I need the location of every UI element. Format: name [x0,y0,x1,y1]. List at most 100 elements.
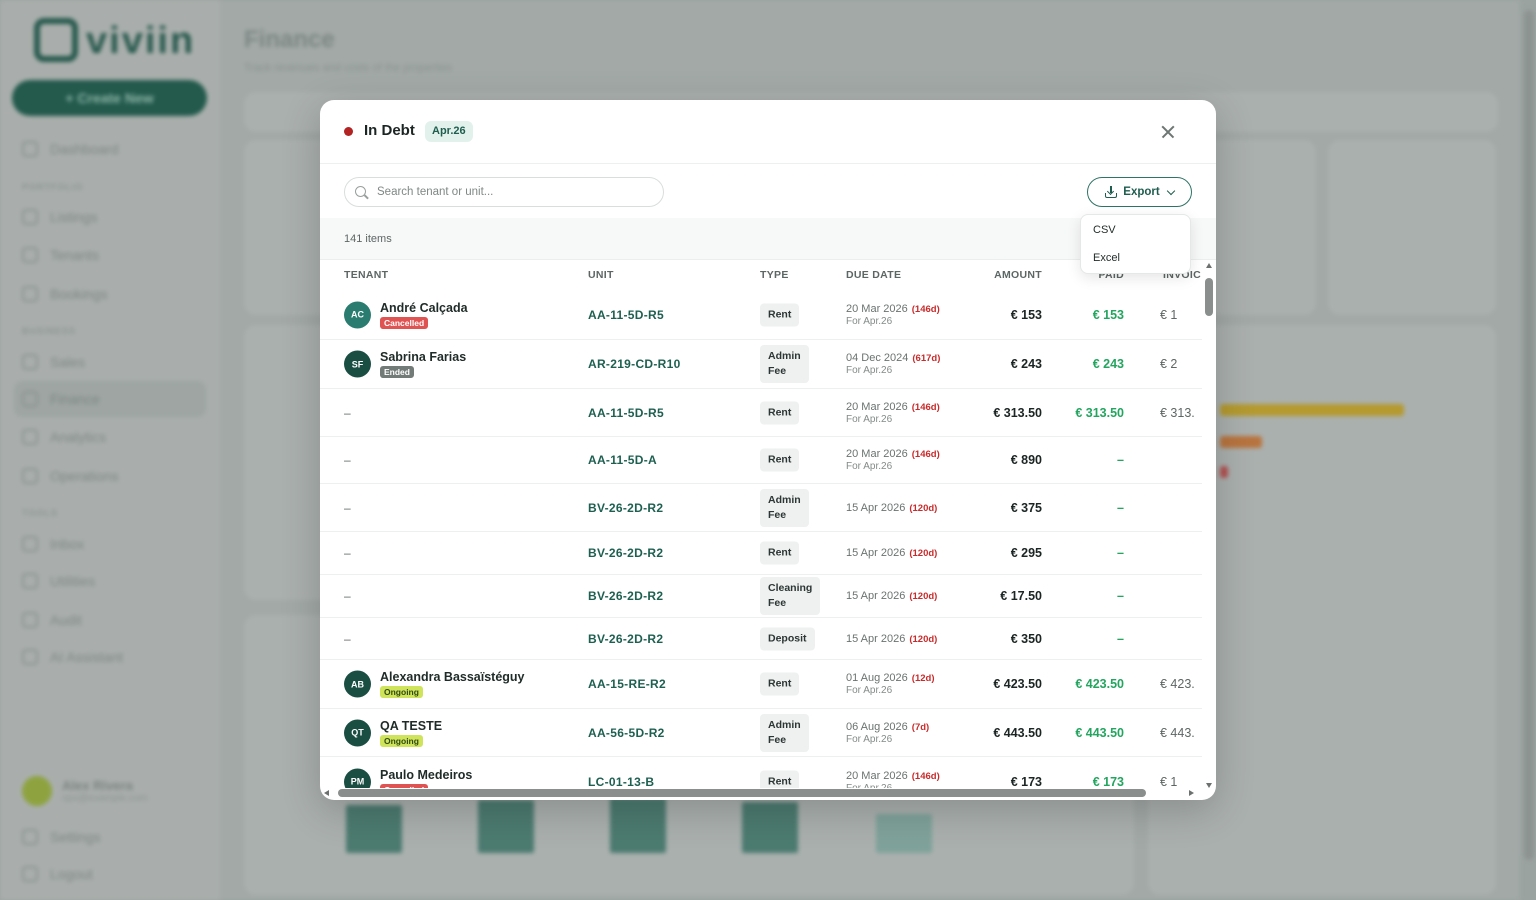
ai-assistant-icon [22,649,38,665]
sidebar-item-finance[interactable]: Finance [14,381,206,417]
amount-value: € 153 [1010,307,1042,322]
invoiced-value: € 443. [1160,725,1195,740]
column-header-tenant[interactable]: TENANT [344,269,388,281]
gear-icon [22,829,38,845]
due-date: 20 Mar 2026 (146d) For Apr.26 [846,302,940,327]
sidebar-item-listings[interactable]: Listings [22,202,97,232]
type-chip: Rent [760,541,800,565]
paid-value: € 153 [1092,307,1124,322]
export-option-csv[interactable]: CSV [1093,224,1116,236]
vertical-scrollbar[interactable] [1202,260,1216,788]
days-late: (146d) [911,449,940,460]
table-row[interactable]: AC André Calçada Cancelled AA-11-5D-R5 Rent 2… [320,290,1202,340]
modal-title: In Debt [364,122,415,139]
table-row[interactable]: QT QA TESTE Ongoing AA-56-5D-R2 Admin Fee 06 A… [320,709,1202,757]
sidebar-item-inbox[interactable]: Inbox [22,529,84,559]
amount-value: € 17.50 [1000,589,1042,603]
listings-icon [22,209,38,225]
unit-link[interactable]: BV-26-2D-R2 [588,632,663,646]
table-row[interactable]: – BV-26-2D-R2 Rent 15 Apr 2026 (120d) € 295 – [320,532,1202,575]
table-row[interactable]: AB Alexandra Bassaïstéguy Ongoing AA-15-RE-… [320,660,1202,709]
due-date: 15 Apr 2026 (120d) [846,547,938,559]
sidebar-item-utilities[interactable]: Utilities [22,566,95,596]
unit-link[interactable]: AA-11-5D-R5 [588,308,664,322]
create-new-button[interactable]: + Create New [12,80,207,116]
table-row[interactable]: – BV-26-2D-R2 Cleaning Fee 15 Apr 2026 (120d)… [320,575,1202,618]
amount-value: € 295 [1010,546,1042,560]
period-label: For Apr.26 [846,365,893,376]
table-row[interactable]: – BV-26-2D-R2 Deposit 15 Apr 2026 (120d) € 35… [320,618,1202,660]
tenants-icon [22,247,38,263]
debt-table: TENANT UNIT TYPE DUE DATE AMOUNT PAID IN… [320,260,1202,788]
table-row[interactable]: – AA-11-5D-R5 Rent 20 Mar 2026 (146d) For Apr… [320,389,1202,437]
items-count: 141 items [344,233,392,245]
sidebar-item-operations[interactable]: Operations [22,461,118,491]
status-badge: Ended [380,366,414,378]
due-date: 20 Mar 2026 (146d) For Apr.26 [846,448,940,472]
sidebar-item-dashboard[interactable]: Dashboard [22,134,119,164]
avatar [22,776,52,806]
unit-link[interactable]: AA-56-5D-R2 [588,726,665,740]
sidebar-item-bookings[interactable]: Bookings [22,279,108,309]
period-label: For Apr.26 [846,315,893,327]
column-header-unit[interactable]: UNIT [588,269,614,281]
type-chip: Rent [760,401,800,424]
scroll-down-icon[interactable] [1206,783,1212,788]
scroll-right-icon[interactable] [1189,790,1194,796]
tenant-cell[interactable]: André Calçada Cancelled [380,301,468,329]
tenant-name: Alexandra Bassaïstéguy [380,670,525,684]
scroll-thumb-horizontal[interactable] [338,789,1146,797]
chevron-down-icon [1166,186,1175,195]
search-box[interactable] [344,177,664,207]
tenant-cell[interactable]: QA TESTE Ongoing [380,719,442,747]
days-late: (146d) [911,770,940,782]
unit-link[interactable]: BV-26-2D-R2 [588,589,663,603]
tenant-cell[interactable]: Sabrina Farias Ended [380,350,466,378]
sidebar-item-settings[interactable]: Settings [22,822,101,852]
close-icon[interactable] [1156,120,1180,144]
audit-icon [22,612,38,628]
tenant-cell[interactable]: Paulo MedeirosCancelled [380,768,472,788]
type-chip: Rent [760,303,800,326]
due-date: 20 Mar 2026 (146d) For Apr.26 [846,400,940,425]
sales-icon [22,354,38,370]
sidebar-item-sales[interactable]: Sales [22,347,85,377]
horizontal-scrollbar[interactable] [320,786,1202,800]
tenant-cell[interactable]: Alexandra Bassaïstéguy Ongoing [380,670,525,698]
table-row[interactable]: – BV-26-2D-R2 Admin Fee 15 Apr 2026 (120d) € 3… [320,484,1202,532]
sidebar-item-logout[interactable]: Logout [22,859,93,889]
column-header-due-date[interactable]: DUE DATE [846,269,901,281]
column-header-amount[interactable]: AMOUNT [994,269,1042,281]
user-profile[interactable]: Alex Rivera ops@example.com [22,776,148,806]
type-chip: Deposit [760,627,815,650]
sidebar-item-audit[interactable]: Audit [22,605,82,635]
sidebar-item-analytics[interactable]: Analytics [22,422,106,452]
unit-link[interactable]: BV-26-2D-R2 [588,501,663,515]
status-badge: Ongoing [380,734,423,747]
scroll-thumb[interactable] [1205,278,1213,316]
sidebar-item-tenants[interactable]: Tenants [22,240,99,270]
scroll-left-icon[interactable] [324,790,329,796]
unit-link[interactable]: AA-11-5D-R5 [588,406,664,420]
sidebar-item-ai-assistant[interactable]: AI Assistant [22,642,123,672]
period-label: For Apr.26 [846,685,893,696]
export-option-excel[interactable]: Excel [1093,252,1120,264]
unit-link[interactable]: BV-26-2D-R2 [588,546,663,560]
search-input[interactable] [377,178,657,206]
tenant-empty: – [344,405,351,420]
paid-value: – [1117,589,1124,603]
column-header-type[interactable]: TYPE [760,269,789,281]
unit-link[interactable]: AA-11-5D-A [588,453,657,467]
table-row[interactable]: SF Sabrina Farias Ended AR-219-CD-R10 Admin F… [320,340,1202,389]
table-row[interactable]: – AA-11-5D-A Rent 20 Mar 2026 (146d) For Apr.… [320,437,1202,484]
unit-link[interactable]: AR-219-CD-R10 [588,357,681,371]
unit-link[interactable]: AA-15-RE-R2 [588,677,666,691]
scroll-up-icon[interactable] [1206,263,1212,268]
tenant-empty: – [344,500,351,515]
tenant-empty: – [344,546,351,560]
export-button[interactable]: Export [1087,177,1192,207]
export-label: Export [1123,186,1160,198]
type-chip: Admin Fee [760,345,809,383]
table-row[interactable]: PMPaulo MedeirosCancelledLC-01-13-BRent2… [320,757,1202,788]
amount-value: € 443.50 [993,725,1042,740]
